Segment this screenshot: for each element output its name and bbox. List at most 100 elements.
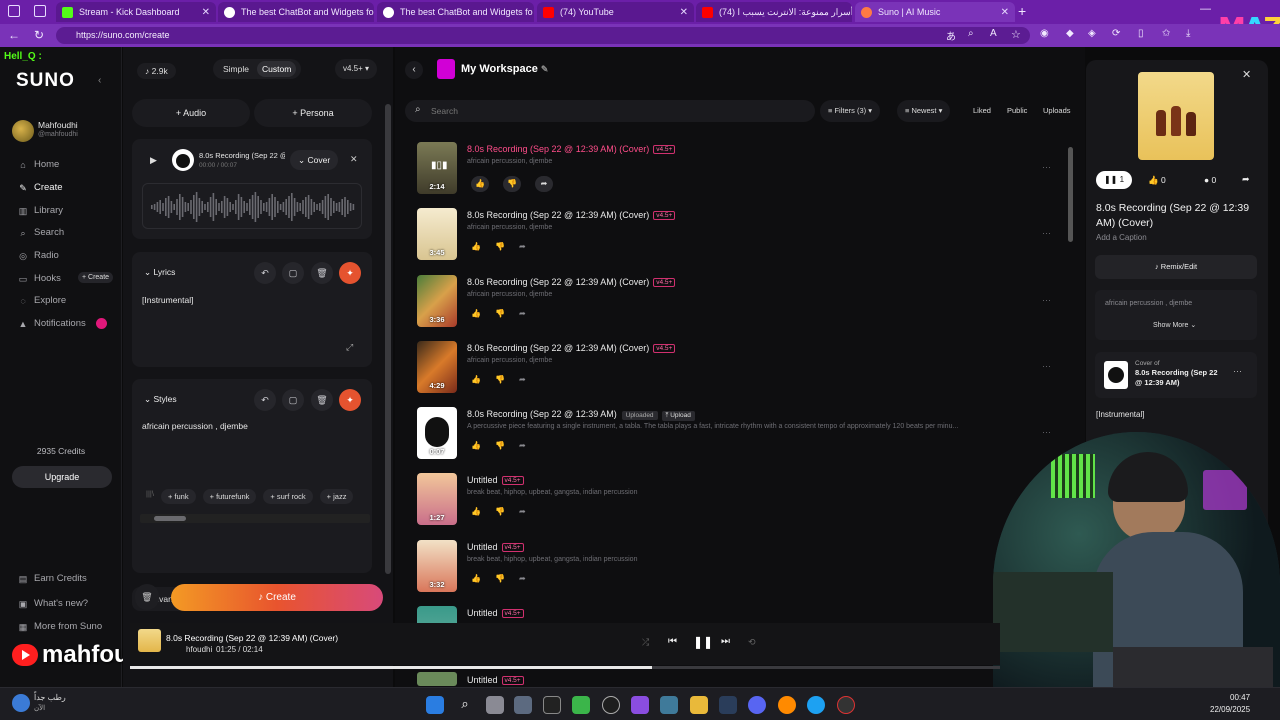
undo-icon[interactable]: ↶ <box>254 262 276 284</box>
song-thumb[interactable]: 0:07 <box>417 407 457 459</box>
add-audio-button[interactable]: + Audio <box>132 99 250 127</box>
song-row[interactable]: 1:27 Untitled v4.5+ break beat, hiphop, upb… <box>417 473 1057 535</box>
folder-icon[interactable] <box>690 696 708 714</box>
extension-icon[interactable]: ◉ <box>1040 28 1049 39</box>
next-icon[interactable]: ⏭ <box>721 636 730 647</box>
sidebar-whats-new[interactable]: ▣ What's new? <box>18 598 88 609</box>
song-title[interactable]: Untitled v4.5+ <box>467 475 524 485</box>
player-thumb[interactable] <box>138 629 161 652</box>
tab-chatbot-2[interactable]: The best ChatBot and Widgets fo✕ <box>377 2 534 22</box>
translate-icon[interactable]: あ <box>946 28 956 43</box>
styles-input[interactable]: africain percussion , djembe <box>142 421 248 431</box>
like-icon[interactable]: 👍 <box>471 242 481 251</box>
sidebar-item-explore[interactable]: ◌ Explore <box>18 295 66 306</box>
song-thumb[interactable]: 1:27 <box>417 473 457 525</box>
dislike-icon[interactable]: 👎 <box>503 176 521 192</box>
more-options-icon[interactable]: ··· <box>1042 295 1051 305</box>
song-row[interactable]: 3:36 8.0s Recording (Sep 22 @ 12:39 AM) (… <box>417 275 1057 337</box>
cover-of-box[interactable]: Cover of 8.0s Recording (Sep 22 @ 12:39 … <box>1095 352 1257 398</box>
player-artist[interactable]: hfoudhi <box>186 645 212 654</box>
magic-wand-icon[interactable]: ✦ <box>339 389 361 411</box>
close-icon[interactable]: ✕ <box>202 7 210 18</box>
song-row[interactable]: 0:07 8.0s Recording (Sep 22 @ 12:39 AM) Up… <box>417 407 1057 469</box>
song-title[interactable]: Untitled v4.5+ <box>467 608 524 618</box>
more-options-icon[interactable]: ··· <box>1042 361 1051 371</box>
copy-icon[interactable]: ▢ <box>282 389 304 411</box>
workspace-title[interactable]: My Workspace ✎ <box>461 63 548 75</box>
like-icon[interactable]: 👍 <box>471 375 481 384</box>
panel-scrollbar[interactable] <box>385 104 391 574</box>
like-button[interactable]: 👍 0 <box>1148 175 1166 186</box>
song-title[interactable]: 8.0s Recording (Sep 22 @ 12:39 AM) (Cove… <box>467 343 676 353</box>
expand-icon[interactable]: ⤢ <box>346 342 353 353</box>
sidebar-item-search[interactable]: ⌕ Search <box>18 227 64 238</box>
sidebar-more-from-suno[interactable]: ▦ More from Suno <box>18 621 102 632</box>
song-row[interactable]: 3:45 8.0s Recording (Sep 22 @ 12:39 AM) (… <box>417 208 1057 270</box>
sidebar-item-hooks[interactable]: ▭ Hooks <box>18 273 61 284</box>
dislike-icon[interactable]: 👎 <box>495 574 505 583</box>
repeat-icon[interactable]: ⟲ <box>748 637 756 648</box>
pause-icon[interactable]: ❚❚ <box>693 635 713 649</box>
player-progress[interactable] <box>130 666 1000 669</box>
tag-chip[interactable]: + futurefunk <box>202 489 257 504</box>
refresh-icon[interactable]: ↻ <box>34 28 44 42</box>
song-thumb[interactable]: 3:36 <box>417 275 457 327</box>
share-icon[interactable]: ➦ <box>519 574 526 583</box>
app-icon[interactable] <box>572 696 590 714</box>
magic-wand-icon[interactable]: ✦ <box>339 262 361 284</box>
dislike-icon[interactable]: 👎 <box>495 507 505 516</box>
sidebar-item-create[interactable]: ✎ Create <box>18 182 62 193</box>
show-more-button[interactable]: Show More ⌄ <box>1153 321 1196 329</box>
dislike-icon[interactable]: 👎 <box>495 375 505 384</box>
comment-button[interactable]: ● 0 <box>1204 175 1216 185</box>
close-icon[interactable]: ✕ <box>350 154 358 165</box>
hooks-create-button[interactable]: + Create <box>78 272 114 283</box>
tab-youtube[interactable]: (74) YouTube ✕ <box>537 2 694 22</box>
caption-input[interactable]: Add a Caption <box>1096 233 1147 242</box>
app-icon[interactable] <box>660 696 678 714</box>
song-row-partial[interactable]: Untitled v4.5+ <box>417 672 917 686</box>
like-icon[interactable]: 👍 <box>471 507 481 516</box>
sort-button[interactable]: ≡ Newest ▾ <box>897 100 951 122</box>
app-icon[interactable] <box>837 696 855 714</box>
dislike-icon[interactable]: 👎 <box>495 242 505 251</box>
extension-icon[interactable]: ⟳ <box>1112 28 1120 39</box>
sidebar-item-home[interactable]: ⌂ Home <box>18 159 59 170</box>
app-icon[interactable] <box>543 696 561 714</box>
app-icon[interactable] <box>631 696 649 714</box>
like-icon[interactable]: 👍 <box>471 574 481 583</box>
upgrade-button[interactable]: Upgrade <box>12 466 112 488</box>
remix-button[interactable]: ♪ Remix/Edit <box>1095 255 1257 279</box>
share-icon[interactable]: ➦ <box>519 507 526 516</box>
discord-icon[interactable] <box>748 696 766 714</box>
tag-chip[interactable]: + jazz <box>319 489 354 504</box>
play-icon[interactable]: ▶ <box>150 155 157 166</box>
like-icon[interactable]: 👍 <box>471 441 481 450</box>
trash-icon[interactable]: 🗑 <box>311 389 333 411</box>
song-row[interactable]: 3:32 Untitled v4.5+ break beat, hiphop, upb… <box>417 540 1057 602</box>
split-icon[interactable]: ▯ <box>1138 28 1144 39</box>
sidebar-item-library[interactable]: ▥ Library <box>18 205 63 216</box>
extension-icon[interactable]: ◆ <box>1066 28 1074 39</box>
tag-scrollbar[interactable] <box>140 514 370 523</box>
list-scrollbar[interactable] <box>1068 147 1073 242</box>
lyrics-toggle[interactable]: ⌄ Lyrics <box>144 267 175 278</box>
share-icon[interactable]: ➦ <box>519 309 526 318</box>
filter-uploads[interactable]: Uploads <box>1043 106 1071 115</box>
song-thumb[interactable]: 3:32 <box>417 540 457 592</box>
filter-public[interactable]: Public <box>1007 106 1027 115</box>
close-icon[interactable]: ✕ <box>533 7 534 18</box>
sidebar-item-notifications[interactable]: ▲ Notifications <box>18 318 107 329</box>
song-title[interactable]: Untitled v4.5+ <box>467 542 524 552</box>
download-icon[interactable]: ⤓ <box>1186 28 1190 39</box>
tab-actions-icon[interactable] <box>34 5 46 17</box>
minimize-icon[interactable]: — <box>1200 3 1211 15</box>
song-row[interactable]: ▮▯▮ 2:14 8.0s Recording (Sep 22 @ 12:39 AM… <box>417 142 1057 204</box>
tag-chip[interactable]: + funk <box>160 489 196 504</box>
song-thumb[interactable]: 3:45 <box>417 208 457 260</box>
back-icon[interactable]: ← <box>8 28 20 42</box>
read-aloud-icon[interactable]: A <box>990 28 997 39</box>
zoom-icon[interactable]: ⌕ <box>968 28 974 39</box>
undo-icon[interactable]: ↶ <box>254 389 276 411</box>
waveform[interactable] <box>142 183 362 229</box>
